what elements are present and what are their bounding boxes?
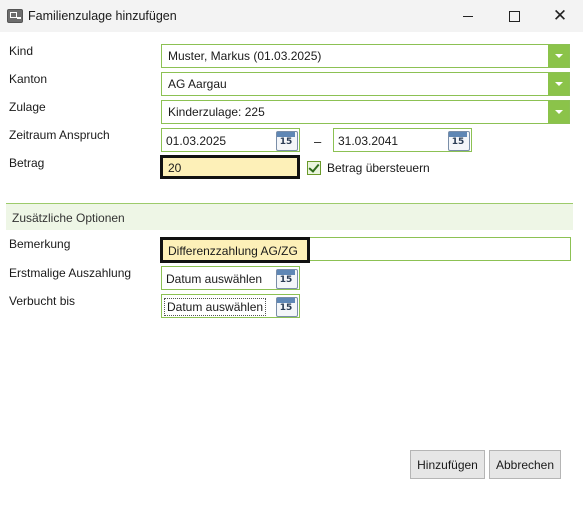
erstmalige-placeholder: Datum auswählen <box>166 272 263 286</box>
zulage-label: Zulage <box>9 100 46 114</box>
verbucht-date-picker[interactable]: Datum auswählen 15 <box>161 294 300 318</box>
kind-combobox[interactable]: Muster, Markus (01.03.2025) <box>161 44 570 68</box>
calendar-icon[interactable]: 15 <box>276 297 298 317</box>
betrag-label: Betrag <box>9 156 45 170</box>
chevron-down-icon[interactable] <box>548 45 569 67</box>
bemerkung-label: Bemerkung <box>9 237 71 251</box>
kanton-combobox[interactable]: AG Aargau <box>161 72 570 96</box>
minimize-button[interactable] <box>445 0 491 32</box>
zeitraum-to-date[interactable]: 31.03.2041 15 <box>333 128 472 152</box>
cancel-button[interactable]: Abbrechen <box>489 450 561 479</box>
verbucht-label: Verbucht bis <box>9 294 76 308</box>
section-header: Zusätzliche Optionen <box>6 203 573 230</box>
add-button[interactable]: Hinzufügen <box>410 450 485 479</box>
betrag-value: 20 <box>168 161 182 175</box>
kanton-value: AG Aargau <box>168 77 227 91</box>
calendar-icon[interactable]: 15 <box>448 131 470 151</box>
kind-label: Kind <box>9 44 34 58</box>
zeitraum-to-value: 31.03.2041 <box>338 134 399 148</box>
bemerkung-value: Differenzzahlung AG/ZG <box>168 244 298 258</box>
chevron-down-icon[interactable] <box>548 73 569 95</box>
app-icon <box>7 9 23 23</box>
date-range-separator: – <box>314 134 322 149</box>
window-title: Familienzulage hinzufügen <box>28 9 177 23</box>
zulage-value: Kinderzulage: 225 <box>168 105 265 119</box>
betrag-override-checkbox[interactable] <box>307 161 321 175</box>
calendar-day: 15 <box>279 303 293 313</box>
kanton-label: Kanton <box>9 72 48 86</box>
section-title: Zusätzliche Optionen <box>12 211 125 225</box>
chevron-down-icon[interactable] <box>548 101 569 123</box>
bemerkung-text-highlight[interactable]: Differenzzahlung AG/ZG <box>160 237 310 263</box>
maximize-button[interactable] <box>491 0 537 32</box>
calendar-day: 15 <box>279 137 293 147</box>
calendar-icon[interactable]: 15 <box>276 269 298 289</box>
close-button[interactable]: ✕ <box>537 0 583 32</box>
calendar-day: 15 <box>451 137 465 147</box>
verbucht-placeholder: Datum auswählen <box>164 298 267 316</box>
erstmalige-date-picker[interactable]: Datum auswählen 15 <box>161 266 300 290</box>
erstmalige-label: Erstmalige Auszahlung <box>9 266 132 280</box>
kind-value: Muster, Markus (01.03.2025) <box>168 49 322 63</box>
zulage-combobox[interactable]: Kinderzulage: 225 <box>161 100 570 124</box>
zeitraum-from-value: 01.03.2025 <box>166 134 227 148</box>
calendar-icon[interactable]: 15 <box>276 131 298 151</box>
calendar-day: 15 <box>279 275 293 285</box>
betrag-input[interactable]: 20 <box>160 155 300 179</box>
zeitraum-label: Zeitraum Anspruch <box>9 128 110 142</box>
betrag-override-label[interactable]: Betrag übersteuern <box>327 161 430 175</box>
zeitraum-from-date[interactable]: 01.03.2025 15 <box>161 128 300 152</box>
